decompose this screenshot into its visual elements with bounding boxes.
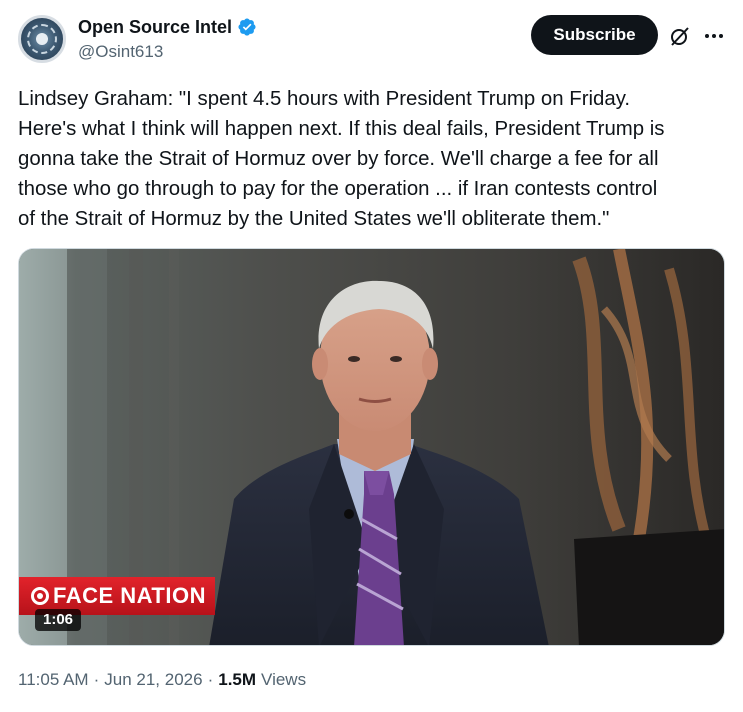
verified-badge-icon xyxy=(238,18,256,36)
author-name-row[interactable]: Open Source Intel xyxy=(78,16,257,38)
meta-separator-2: · xyxy=(207,670,214,689)
subscribe-button[interactable]: Subscribe xyxy=(531,15,658,55)
watermark-text: FACE NATION xyxy=(53,583,206,608)
views-label: Views xyxy=(261,670,307,689)
author-display-name[interactable]: Open Source Intel xyxy=(78,16,232,38)
tweet-meta: 11:05 AM · Jun 21, 2026 · 1.5M Views xyxy=(18,669,306,691)
tweet-date[interactable]: Jun 21, 2026 xyxy=(104,669,202,691)
video-player[interactable]: FACE NATION 1:06 xyxy=(18,248,725,646)
author-handle[interactable]: @Osint613 xyxy=(78,42,163,62)
video-duration-badge: 1:06 xyxy=(35,609,82,631)
avatar[interactable] xyxy=(18,15,66,63)
tweet-time[interactable]: 11:05 AM xyxy=(18,669,89,691)
avatar-core xyxy=(36,33,48,45)
grok-icon[interactable] xyxy=(668,24,692,48)
cbs-eye-icon xyxy=(31,587,49,605)
more-icon[interactable] xyxy=(702,24,726,48)
tweet-card: Open Source Intel @Osint613 Subscribe Li… xyxy=(0,0,743,712)
meta-separator: · xyxy=(93,670,100,689)
tweet-text: Lindsey Graham: "I spent 4.5 hours with … xyxy=(18,88,665,230)
views-count[interactable]: 1.5M xyxy=(218,669,256,691)
